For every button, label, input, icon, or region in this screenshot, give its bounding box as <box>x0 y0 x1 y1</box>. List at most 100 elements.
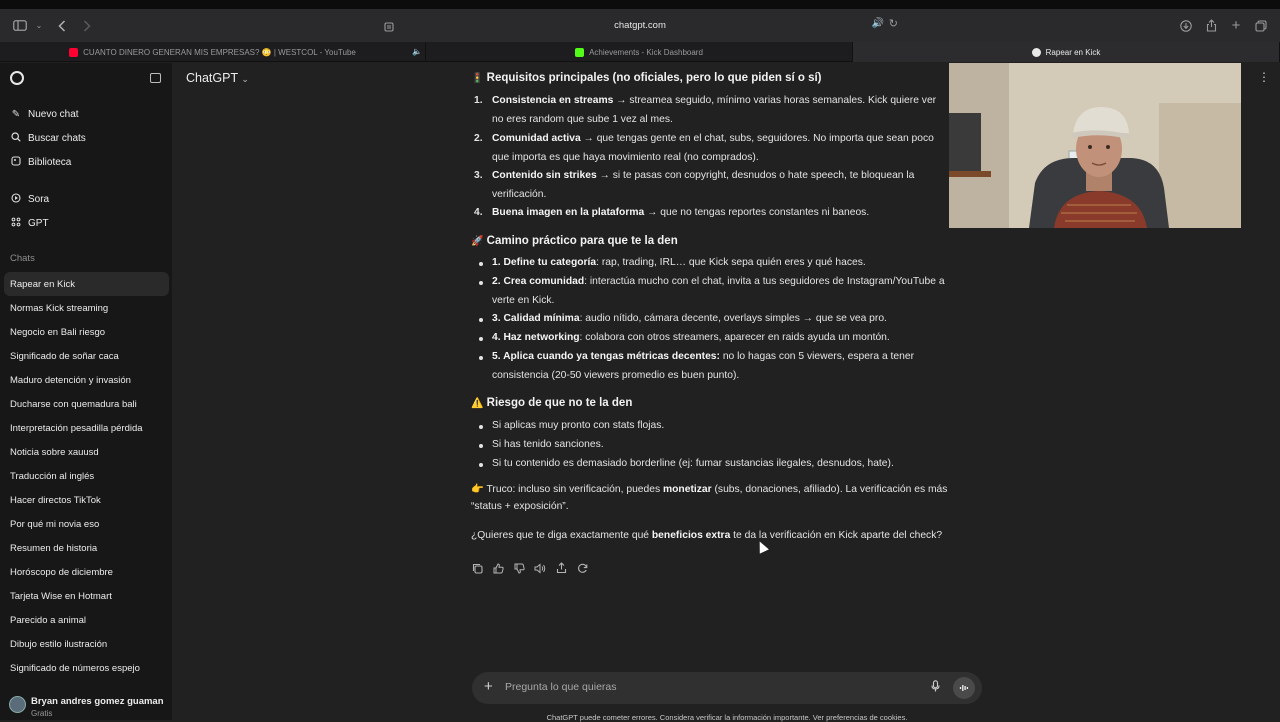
user-plan: Gratis <box>31 709 53 718</box>
tab-youtube[interactable]: CUANTO DINERO GENERAN MIS EMPRESAS? 😳 | … <box>0 42 426 62</box>
list-item-continuation: no eres random que sube 1 vez al mes. <box>492 114 673 125</box>
thumbs-up-icon[interactable] <box>492 561 504 575</box>
traffic-light-icon: 🚦 <box>471 73 484 84</box>
new-tab-icon[interactable]: + <box>1229 9 1243 42</box>
waveform-icon <box>959 685 969 691</box>
list-item-continuation: que importa es que haya movimiento real … <box>492 152 759 163</box>
chat-item[interactable]: Hacer directos TikTok <box>4 488 169 512</box>
new-chat-button[interactable]: ✎ Nuevo chat <box>10 104 79 124</box>
microphone-icon[interactable] <box>931 680 940 695</box>
chat-item[interactable]: Tarjeta Wise en Hotmart <box>4 584 169 608</box>
tab-group-chevron-icon[interactable]: ⌄ <box>33 9 45 42</box>
chat-item[interactable]: Parecido a animal <box>4 608 169 632</box>
page-menu-icon[interactable] <box>384 19 394 37</box>
address-bar[interactable]: chatgpt.com 🔊 ↻ <box>380 14 900 36</box>
url-text: chatgpt.com <box>614 19 666 31</box>
chat-item[interactable]: Interpretación pesadilla pérdida <box>4 416 169 440</box>
regenerate-icon[interactable] <box>576 561 588 575</box>
chat-item[interactable]: Significado de números espejo <box>4 656 169 680</box>
youtube-icon <box>69 47 79 57</box>
model-selector[interactable]: ChatGPT ⌄ <box>186 71 249 85</box>
chat-item[interactable]: Negocio en Bali riesgo <box>4 320 169 344</box>
tab-kick-dashboard[interactable]: Achievements - Kick Dashboard <box>426 42 853 62</box>
thumbs-down-icon[interactable] <box>513 561 525 575</box>
section-heading: 🚦 Requisitos principales (no oficiales, … <box>471 72 822 84</box>
bullet <box>479 425 483 429</box>
sora-button[interactable]: Sora <box>10 189 49 209</box>
chat-item[interactable]: Traducción al inglés <box>4 464 169 488</box>
library-icon <box>10 155 22 169</box>
list-item: Contenido sin strikes → si te pasas con … <box>492 170 915 181</box>
audio-playing-icon[interactable]: 🔊 <box>872 18 884 29</box>
more-options-icon[interactable]: ⋮ <box>1258 70 1270 84</box>
search-icon <box>10 131 22 145</box>
tab-label: Achievements - Kick Dashboard <box>589 47 703 57</box>
close-sidebar-icon[interactable] <box>150 73 161 83</box>
user-menu[interactable]: Bryan andres gomez guaman Gratis <box>0 688 172 720</box>
bullet <box>479 444 483 448</box>
tab-audio-icon[interactable]: 🔈 <box>412 47 422 56</box>
read-aloud-icon[interactable] <box>534 561 546 575</box>
gpt-label: GPT <box>28 217 49 229</box>
chat-list: Rapear en Kick Normas Kick streaming Neg… <box>4 272 169 680</box>
mouse-cursor <box>755 539 769 554</box>
chat-item[interactable]: Dibujo estilo ilustración <box>4 632 169 656</box>
add-attachment-icon[interactable]: + <box>484 678 493 695</box>
gpt-grid-icon <box>10 217 22 230</box>
chat-item[interactable]: Maduro detención y invasión <box>4 368 169 392</box>
disclaimer: ChatGPT puede cometer errores. Considera… <box>546 713 908 722</box>
list-item: Buena imagen en la plataforma → que no t… <box>492 207 870 218</box>
openai-logo-icon[interactable] <box>10 71 24 85</box>
downloads-icon[interactable] <box>1179 9 1193 42</box>
chat-item[interactable]: Por qué mi novia eso <box>4 512 169 536</box>
back-icon[interactable] <box>55 9 69 42</box>
voice-mode-button[interactable] <box>953 677 975 699</box>
tab-label: Rapear en Kick <box>1045 47 1101 57</box>
section-heading: 🚀 Camino práctico para que te la den <box>471 235 678 247</box>
list-item: 1. Define tu categoría: rap, trading, IR… <box>492 257 866 268</box>
forward-icon[interactable] <box>80 9 94 42</box>
tab-label: CUANTO DINERO GENERAN MIS EMPRESAS? 😳 | … <box>83 47 356 57</box>
gpt-button[interactable]: GPT <box>10 213 49 233</box>
list-item: 5. Aplica cuando ya tengas métricas dece… <box>492 351 915 362</box>
list-number: 2. <box>474 133 483 144</box>
chat-item[interactable]: Horóscopo de diciembre <box>4 560 169 584</box>
sora-icon <box>10 192 22 206</box>
share-icon[interactable] <box>555 561 567 575</box>
list-item: 4. Haz networking: colabora con otros st… <box>492 332 890 343</box>
list-number: 1. <box>474 95 483 106</box>
list-item-continuation: consistencia (20-50 viewers promedio es … <box>492 370 740 381</box>
chat-item[interactable]: Normas Kick streaming <box>4 296 169 320</box>
kick-icon <box>575 47 585 57</box>
message-actions <box>471 561 588 575</box>
bullet <box>479 337 483 341</box>
list-item-continuation: verificación. <box>492 189 547 200</box>
search-chats-button[interactable]: Buscar chats <box>10 128 86 148</box>
copy-icon[interactable] <box>471 561 483 575</box>
chat-item[interactable]: Noticia sobre xauusd <box>4 440 169 464</box>
chat-item[interactable]: Significado de soñar caca <box>4 344 169 368</box>
reload-icon[interactable]: ↻ <box>889 17 898 30</box>
prompt-input[interactable] <box>505 681 925 693</box>
bullet <box>479 356 483 360</box>
share-icon[interactable] <box>1204 9 1218 42</box>
bullet <box>479 281 483 285</box>
warning-icon: ⚠️ <box>471 398 484 409</box>
tab-chatgpt[interactable]: Rapear en Kick <box>853 42 1280 62</box>
chat-item[interactable]: Ducharse con quemadura bali <box>4 392 169 416</box>
new-chat-label: Nuevo chat <box>28 108 79 120</box>
chats-heading: Chats <box>10 253 35 264</box>
chat-item-active[interactable]: Rapear en Kick <box>4 272 169 296</box>
search-chats-label: Buscar chats <box>28 132 86 144</box>
tab-overview-icon[interactable] <box>1254 9 1268 42</box>
list-item: Consistencia en streams → streamea segui… <box>492 95 937 106</box>
list-item: 2. Crea comunidad: interactúa mucho con … <box>492 276 945 287</box>
chat-item[interactable]: Resumen de historia <box>4 536 169 560</box>
edit-icon: ✎ <box>11 108 21 120</box>
library-button[interactable]: Biblioteca <box>10 152 71 172</box>
sidebar-toggle-icon[interactable] <box>10 9 30 42</box>
bullet <box>479 318 483 322</box>
browser-toolbar: ⌄ chatgpt.com 🔊 ↻ + <box>0 9 1280 42</box>
list-item-continuation: verte en Kick. <box>492 295 555 306</box>
tip-paragraph-continuation: “status + exposición”. <box>471 501 569 512</box>
